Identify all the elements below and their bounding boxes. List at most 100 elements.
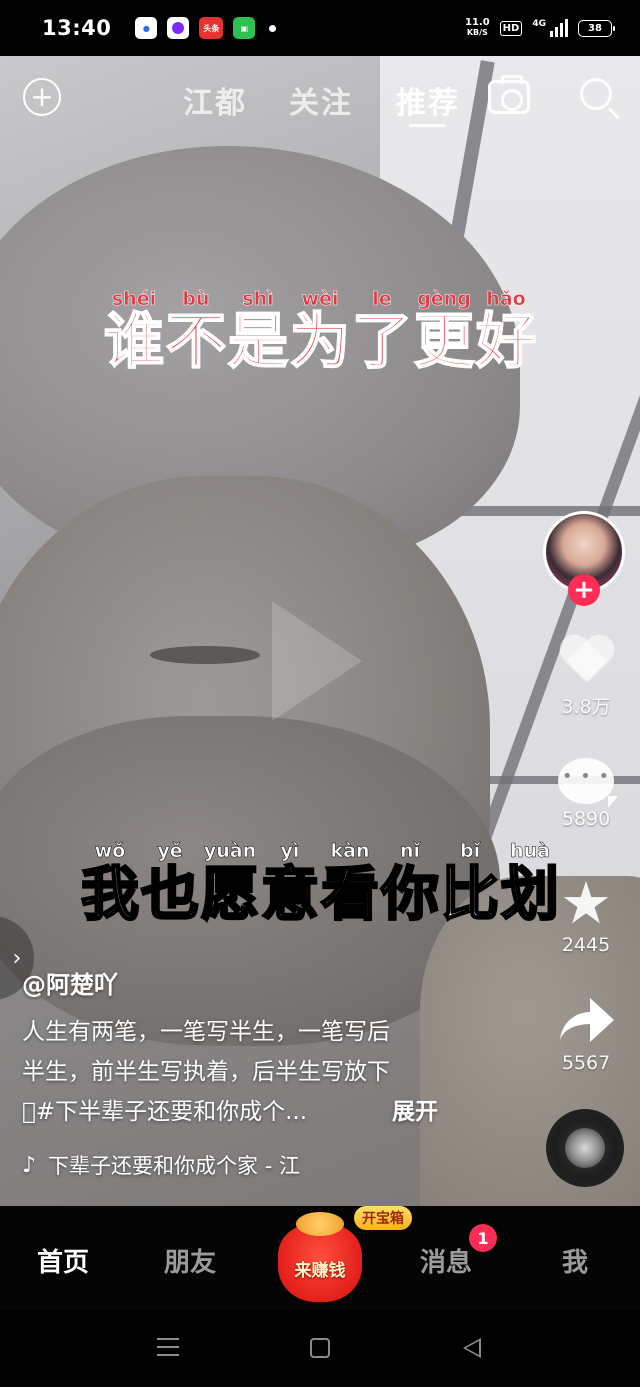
lyric-line-2: wǒ 我 yě 也 yuàn 愿 yì 意 kàn 看 nǐ 你 bǐ 比 huà 划	[0, 840, 640, 928]
lyric-hanzi: 是	[227, 307, 289, 377]
comment-button[interactable]: 5890	[546, 758, 626, 830]
messages-badge: 1	[469, 1224, 497, 1252]
favorite-button[interactable]: ★ 2445	[546, 874, 626, 956]
net-speed-unit: KB/S	[466, 28, 488, 37]
lyric-char: wèi 为	[289, 288, 351, 377]
hd-badge: HD	[499, 20, 523, 36]
lyric-line-1: shéi 谁 bù 不 shì 是 wèi 为 le 了 gèng 更 hǎo 好	[0, 288, 640, 377]
lyric-hanzi: 愿	[200, 860, 261, 928]
lyric-hanzi: 为	[289, 307, 351, 377]
home-icon[interactable]	[310, 1338, 330, 1358]
lyric-char: yì 意	[260, 840, 321, 928]
recent-apps-icon[interactable]	[157, 1338, 179, 1356]
favorite-count: 2445	[561, 934, 611, 956]
lyric-hanzi: 更	[413, 307, 475, 377]
tab-home[interactable]: 首页	[37, 1242, 89, 1279]
lyric-char: bù 不	[165, 288, 227, 377]
lyric-hanzi: 也	[140, 860, 201, 928]
lyric-char: wǒ 我	[80, 840, 141, 928]
lyric-hanzi: 不	[165, 307, 227, 377]
lyric-hanzi: 我	[80, 860, 141, 928]
bottom-tab-bar: 首页 朋友 来赚钱 开宝箱 消息 1 我	[0, 1206, 640, 1310]
share-button[interactable]: 5567	[546, 996, 626, 1074]
more-notifications-dot-icon	[269, 24, 277, 32]
open-treasure-badge[interactable]: 开宝箱	[354, 1206, 412, 1230]
earn-money-label: 来赚钱	[294, 1260, 346, 1281]
network-type-label: 4G	[532, 19, 546, 29]
lyric-char: nǐ 你	[380, 840, 441, 928]
tab-messages[interactable]: 消息	[420, 1242, 472, 1279]
lyric-pinyin: yì	[280, 840, 300, 863]
music-info[interactable]: ♪ 下辈子还要和你成个家 - 江	[22, 1150, 352, 1180]
comment-icon-wrap[interactable]	[558, 758, 618, 808]
add-icon[interactable]: +	[23, 78, 61, 116]
status-right: 11.0 KB/S HD 4G 38	[465, 18, 615, 38]
lyric-char: kàn 看	[320, 840, 381, 928]
tab-following[interactable]: 关注	[289, 78, 353, 122]
notification-icons: ● 头条 ▣	[135, 17, 277, 39]
active-tab-indicator	[409, 124, 445, 127]
lyric-hanzi: 你	[380, 860, 441, 928]
back-icon[interactable]	[463, 1338, 481, 1358]
like-count: 3.8万	[561, 696, 611, 718]
music-note-icon: ♪	[22, 1152, 37, 1178]
toutiao-app-icon: 头条	[199, 17, 224, 39]
comment-count: 5890	[561, 808, 611, 830]
video-subject-eye	[150, 646, 260, 664]
lyric-hanzi: 了	[351, 307, 413, 377]
description-line: 半生，前半生写执着，后半生写放下	[22, 1059, 390, 1085]
battery-level: 38	[588, 22, 602, 34]
description-line: 人生有两笔，一笔写半生，一笔写后	[22, 1019, 390, 1045]
lyric-pinyin: nǐ	[400, 840, 421, 863]
green-bag-app-icon: ▣	[233, 17, 256, 39]
system-nav-bar	[0, 1310, 640, 1387]
lyric-pinyin: huà	[510, 840, 550, 863]
play-icon[interactable]	[272, 601, 362, 721]
search-icon[interactable]	[580, 78, 612, 110]
expand-button[interactable]: 展开	[392, 1092, 438, 1126]
top-nav: + 江都 关注 推荐	[0, 56, 640, 140]
lyric-pinyin: yě	[157, 840, 183, 863]
music-disc-cover	[565, 1128, 605, 1168]
heart-icon[interactable]	[558, 636, 614, 688]
share-count: 5567	[561, 1052, 611, 1074]
status-time: 13:40	[42, 16, 112, 40]
status-bar: 13:40 ● 头条 ▣ 11.0 KB/S HD 4G 38	[0, 0, 640, 56]
lyric-char: shì 是	[227, 288, 289, 377]
lyric-hanzi: 比	[440, 860, 501, 928]
lyric-pinyin: kàn	[330, 840, 370, 863]
net-speed-value: 11.0	[464, 17, 490, 28]
comment-icon[interactable]	[558, 758, 614, 804]
lyric-char: yě 也	[140, 840, 201, 928]
like-button[interactable]: 3.8万	[546, 636, 626, 719]
follow-plus-icon[interactable]: +	[568, 574, 600, 606]
tab-recommended[interactable]: 推荐	[396, 78, 460, 122]
music-disc[interactable]	[546, 1109, 624, 1187]
tab-friends[interactable]: 朋友	[164, 1242, 216, 1279]
tab-local[interactable]: 江都	[183, 78, 247, 122]
lyric-char: gèng 更	[413, 288, 475, 377]
author-name[interactable]: @阿楚吖	[22, 965, 118, 1000]
share-icon[interactable]	[556, 996, 616, 1048]
lyric-pinyin: yuàn	[203, 840, 257, 863]
lyric-pinyin: bǐ	[459, 840, 481, 863]
tab-me[interactable]: 我	[562, 1242, 588, 1279]
lyric-char: hǎo 好	[475, 288, 537, 377]
music-title: 下辈子还要和你成个家 - 江	[48, 1154, 300, 1178]
lyric-char: shéi 谁	[103, 288, 165, 377]
lyric-hanzi: 看	[320, 860, 381, 928]
lyric-char: le 了	[351, 288, 413, 377]
lyric-char: bǐ 比	[440, 840, 501, 928]
lyric-hanzi: 意	[260, 860, 321, 928]
signal-icon: 4G	[532, 19, 568, 37]
camera-icon[interactable]	[488, 75, 530, 114]
earn-money-button[interactable]: 来赚钱	[278, 1212, 362, 1302]
baidu-app-icon: ●	[135, 17, 158, 39]
purple-app-icon	[167, 17, 190, 39]
star-icon[interactable]: ★	[558, 874, 614, 932]
comment-icon-tail	[608, 796, 618, 808]
lyric-hanzi: 谁	[103, 307, 165, 377]
net-speed: 11.0 KB/S	[465, 18, 490, 38]
lyric-hanzi: 好	[475, 307, 537, 377]
lyric-pinyin: wǒ	[94, 840, 126, 863]
